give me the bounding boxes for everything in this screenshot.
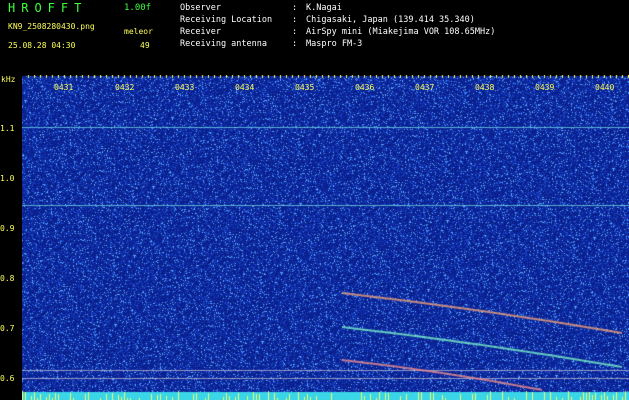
frequency-axis: kHz 1.1 1.0 0.9 0.8 0.7 0.6 [0,75,22,400]
time-tick-label: 0434 [235,83,255,92]
time-tick-label: 0432 [115,83,135,92]
separator: : [292,39,298,49]
time-tick-label: 0439 [535,83,555,92]
location-row: Receiving Location: Chigasaki, Japan (139… [180,15,475,25]
observer-row: Observer: K.Nagai [180,3,342,13]
time-tick-label: 0440 [595,83,615,92]
antenna-row: Receiving antenna: Maspro FM-3 [180,39,362,49]
observer-value: K.Nagai [306,3,342,13]
y-tick-label: 1.1 [0,124,15,133]
separator: : [292,3,298,13]
antenna-label: Receiving antenna [180,39,267,49]
separator: : [292,27,298,37]
mode-label: meleor [124,27,153,36]
spectrogram-waterfall[interactable] [22,75,629,400]
version-label: 1.00f [124,3,152,13]
time-tick-label: 0436 [355,83,375,92]
observer-label: Observer [180,3,221,13]
y-tick-label: 0.7 [0,324,15,333]
header-panel: HROFFT 1.00f KN9_2508280430.png meleor 2… [0,0,629,75]
file-name: KN9_2508280430.png [8,22,95,31]
time-tick-label: 0438 [475,83,495,92]
receiver-value: AirSpy mini (Miakejima VOR 108.65MHz) [306,27,496,37]
y-unit-label: kHz [1,75,16,84]
y-tick-label: 0.8 [0,274,15,283]
app-title: HROFFT [8,1,88,15]
y-tick-label: 0.6 [0,374,15,383]
time-tick-label: 0435 [295,83,315,92]
receiver-row: Receiver: AirSpy mini (Miakejima VOR 108.… [180,27,495,37]
count-value: 49 [140,41,150,50]
date-time: 25.08.28 04:30 [8,41,76,50]
location-label: Receiving Location [180,15,273,25]
location-value: Chigasaki, Japan (139.414 35.340) [306,15,475,25]
time-tick-label: 0433 [175,83,195,92]
receiver-label: Receiver [180,27,221,37]
time-tick-label: 0431 [54,83,74,92]
y-tick-label: 0.9 [0,224,15,233]
antenna-value: Maspro FM-3 [306,39,363,49]
time-tick-label: 0437 [415,83,435,92]
separator: : [292,15,298,25]
y-tick-label: 1.0 [0,174,15,183]
